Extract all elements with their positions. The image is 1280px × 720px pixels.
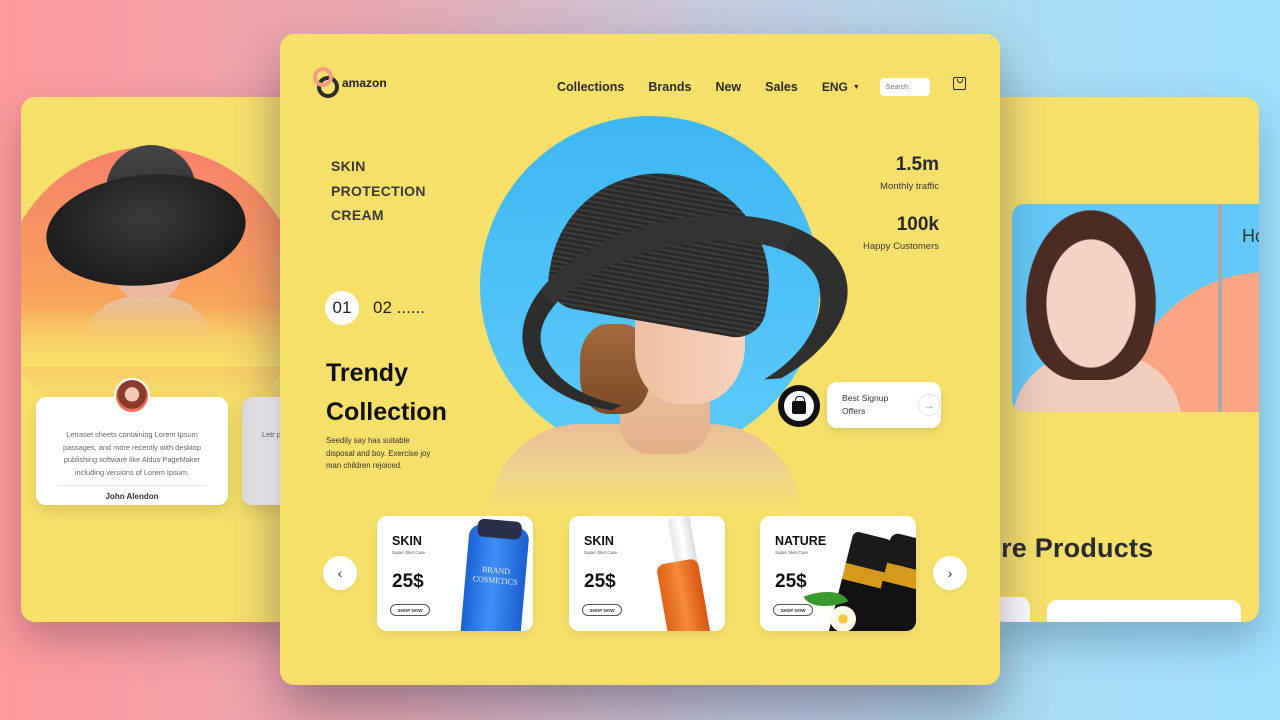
product-subtitle: Super Skin Care <box>392 550 426 555</box>
left-preview-panel: Letraset sheets containing Lorem Ipsum p… <box>21 97 301 622</box>
right-preview-panel: Ho ature Products SKIN <box>990 97 1259 622</box>
nav-brands[interactable]: Brands <box>648 80 691 94</box>
logo[interactable]: amazon <box>313 67 393 101</box>
right-photo-divider <box>1218 204 1222 412</box>
testimonial-author: John Alendon <box>105 492 159 501</box>
product-price: 25$ <box>392 571 424 592</box>
product-card[interactable]: BRAND COSMETICS SKIN Super Skin Care 25$… <box>377 516 533 631</box>
right-product-card: SKIN <box>1047 600 1241 622</box>
shopping-bag-badge[interactable] <box>778 385 820 427</box>
product-subtitle: Super Skin Care <box>584 550 618 555</box>
logo-text: amazon <box>342 76 387 90</box>
hero-description: Seedily say has suitable disposal and bo… <box>326 436 431 471</box>
right-model-face <box>1026 210 1156 380</box>
nav-sales[interactable]: Sales <box>765 80 798 94</box>
orange-bottle-image <box>655 558 713 631</box>
testimonial-divider <box>58 485 206 486</box>
hero-kicker: SKIN PROTECTION CREAM <box>331 154 426 228</box>
bag-icon <box>792 396 806 414</box>
signup-label: Best Signup Offers <box>842 393 889 416</box>
kicker-line: PROTECTION <box>331 182 426 199</box>
arrow-right-icon[interactable]: → <box>918 394 940 416</box>
right-section-title: ature Products <box>990 533 1154 563</box>
kicker-line: SKIN <box>331 158 366 174</box>
nav-new[interactable]: New <box>715 80 741 94</box>
logo-ring-salmon-icon <box>313 67 333 87</box>
language-selector[interactable]: ENG ▼ <box>822 80 860 94</box>
testimonial-text: Letraset sheets containing Lorem Ipsum p… <box>62 430 202 477</box>
pager-next[interactable]: 02 ...... <box>373 298 425 318</box>
slide-pager: 01 02 ...... <box>325 291 425 325</box>
stat-label: Monthly traffic <box>880 181 939 192</box>
flower-image <box>830 606 856 631</box>
blue-bottle-image: BRAND COSMETICS <box>460 523 530 631</box>
product-price: 25$ <box>775 571 807 592</box>
language-label: ENG <box>821 80 848 94</box>
stat-label: Happy Customers <box>862 241 939 252</box>
product-name: NATURE <box>775 534 827 548</box>
carousel-next-button[interactable]: › <box>933 556 967 590</box>
bottle-label: BRAND COSMETICS <box>472 564 518 587</box>
main-nav: Collections Brands New Sales ENG ▼ <box>557 78 930 96</box>
stat-value: 100k <box>896 214 939 235</box>
hero-headline: Trendy Collection <box>326 354 447 432</box>
signup-offers-card[interactable]: Best Signup Offers → <box>827 382 941 428</box>
stat-value: 1.5m <box>895 154 939 175</box>
product-name: SKIN <box>584 534 614 548</box>
shop-now-button[interactable]: SHOP NOW <box>390 604 430 616</box>
shop-now-button[interactable]: SHOP NOW <box>773 604 813 616</box>
right-photo-caption: Ho <box>1242 226 1259 246</box>
caret-down-icon: ▼ <box>852 83 860 91</box>
right-model-photo: Ho <box>1012 204 1259 412</box>
kicker-line: CREAM <box>331 207 384 223</box>
carousel-prev-button[interactable]: ‹ <box>323 556 357 590</box>
shopping-bag-icon[interactable] <box>953 77 966 90</box>
pager-current[interactable]: 01 <box>325 291 359 325</box>
headline-line: Collection <box>326 398 447 426</box>
stat-monthly-traffic: 1.5m Monthly traffic <box>863 154 939 192</box>
main-landing-page: amazon Collections Brands New Sales ENG … <box>280 34 1000 685</box>
nav-collections[interactable]: Collections <box>557 80 624 94</box>
product-card[interactable]: NATURE Super Skin Care 25$ SHOP NOW <box>760 516 916 631</box>
left-hero-fade <box>21 307 301 367</box>
testimonial-avatar <box>114 378 150 414</box>
search-input[interactable] <box>879 78 930 96</box>
product-price: 25$ <box>584 571 616 592</box>
stat-happy-customers: 100k Happy Customers <box>863 214 939 252</box>
product-subtitle: Super Skin Care <box>775 550 809 555</box>
shop-now-button[interactable]: SHOP NOW <box>582 604 622 616</box>
right-product-name: SKIN <box>1063 619 1094 622</box>
product-card[interactable]: SKIN Super Skin Care 25$ SHOP NOW <box>569 516 725 631</box>
product-name: SKIN <box>392 534 422 548</box>
hero-stats: 1.5m Monthly traffic 100k Happy Customer… <box>863 154 939 252</box>
headline-line: Trendy <box>326 359 408 387</box>
